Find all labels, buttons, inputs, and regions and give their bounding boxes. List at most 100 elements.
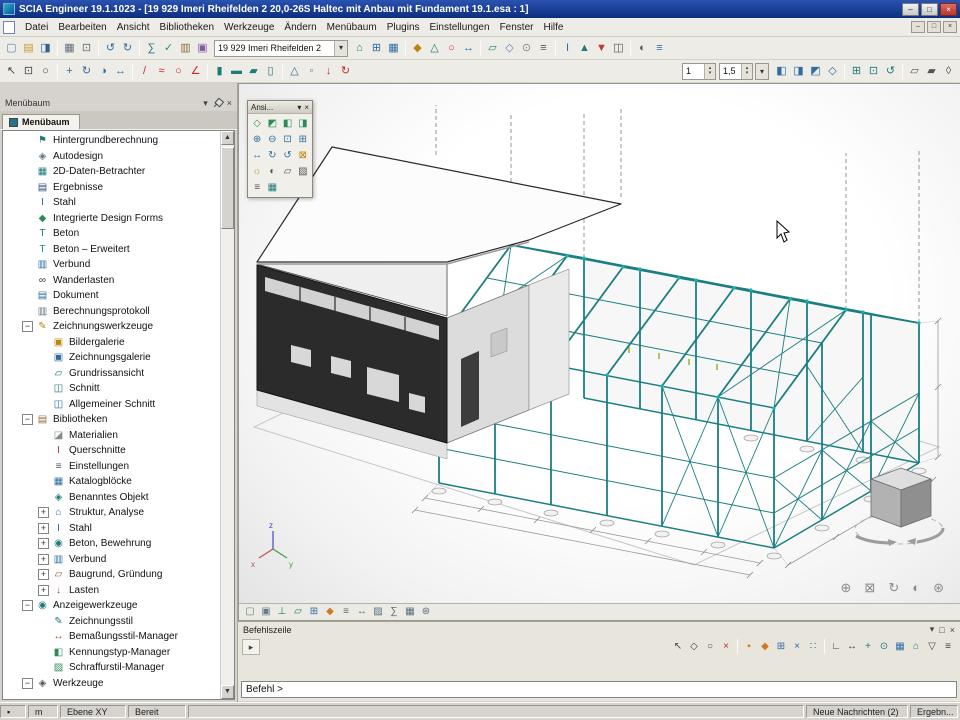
status-messages[interactable]: Neue Nachrichten (2) (806, 705, 908, 718)
orbit-icon[interactable]: ↻ (265, 148, 279, 163)
clip-box-icon[interactable]: ⊠ (296, 148, 310, 163)
dimension-toggle-icon[interactable]: ↔ (354, 605, 370, 620)
dot-grid-icon[interactable]: ∷ (805, 639, 821, 654)
ucs-icon[interactable]: ⌂ (908, 639, 924, 654)
cmd-restore-icon[interactable]: □ (939, 625, 944, 635)
hatch-toggle-icon[interactable]: ▨ (370, 605, 386, 620)
view-palette[interactable]: Ansi... ▾ × ◇◩◧◨⊕⊖⊡⊞↔↻↺⊠☼◐▱▨≡▦ (247, 100, 313, 198)
zoom-window-icon[interactable]: ⊡ (865, 63, 882, 80)
line-icon[interactable]: / (136, 63, 153, 80)
tree-item-einstellungen[interactable]: ≡Einstellungen (3, 459, 220, 475)
tree-item-materialien[interactable]: ◪Materialien (3, 428, 220, 444)
view-y-icon[interactable]: ◨ (790, 63, 807, 80)
combo-dropdown-icon[interactable]: ▾ (334, 41, 347, 56)
wall-icon[interactable]: ▯ (262, 63, 279, 80)
tree-expander-icon[interactable]: − (22, 321, 33, 332)
tree-item-bibliotheken[interactable]: −▤Bibliotheken (3, 412, 220, 428)
zoom-tool-icon[interactable]: ⊕ (841, 581, 852, 594)
load-icon[interactable]: ↓ (320, 63, 337, 80)
view-palette-header[interactable]: Ansi... ▾ × (248, 101, 312, 114)
cmd-settings-icon[interactable]: ≡ (940, 639, 956, 654)
circle-icon[interactable]: ○ (170, 63, 187, 80)
tree-item-zeichnungswerkzeuge[interactable]: −✎Zeichnungswerkzeuge (3, 319, 220, 335)
tree-item-kennungstyp-manager[interactable]: ◧Kennungstyp-Manager (3, 645, 220, 661)
tree-item-wanderlasten[interactable]: ∞Wanderlasten (3, 273, 220, 289)
profile-icon[interactable]: I (559, 40, 576, 57)
navigation-cube[interactable] (855, 468, 943, 546)
mdi-close-button[interactable]: × (943, 21, 957, 33)
shading-icon[interactable]: ◐ (265, 164, 279, 179)
layers-icon[interactable]: ≡ (651, 40, 668, 57)
work-plane-icon[interactable]: ▱ (290, 605, 306, 620)
tab-menubaum[interactable]: Menübaum (2, 114, 80, 129)
tree-item-verbund[interactable]: +▥Verbund (3, 552, 220, 568)
tree-item-ergebnisse[interactable]: ▤Ergebnisse (3, 180, 220, 196)
tree-item-lasten[interactable]: +↓Lasten (3, 583, 220, 599)
tree-item-stahl[interactable]: IStahl (3, 195, 220, 211)
stretch-icon[interactable]: ↔ (112, 63, 129, 80)
axonometric-view-icon[interactable]: ◇ (824, 63, 841, 80)
panel-close-icon[interactable]: × (227, 98, 232, 108)
tree-item-grundrissansicht[interactable]: ▱Grundrissansicht (3, 366, 220, 382)
select-polygon-icon[interactable]: ◇ (686, 639, 702, 654)
orbit-tool-icon[interactable]: ↻ (888, 581, 899, 594)
hinge-icon[interactable]: ◦ (303, 63, 320, 80)
tree-item-zeichnungsstil[interactable]: ✎Zeichnungsstil (3, 614, 220, 630)
tree-item-bemaßungsstil-manager[interactable]: ↔Bemaßungsstil-Manager (3, 629, 220, 645)
scroll-up-icon[interactable]: ▲ (221, 131, 234, 145)
view-settings-icon[interactable]: ≡ (250, 180, 264, 195)
view-top-icon[interactable]: ◩ (265, 116, 279, 131)
list-icon[interactable]: ≡ (535, 40, 552, 57)
gallery-icon[interactable]: ▣ (194, 40, 211, 57)
tree-item-bildergalerie[interactable]: ▣Bildergalerie (3, 335, 220, 351)
tree-expander-icon[interactable]: + (38, 569, 49, 580)
tree-item-schraffurstil-manager[interactable]: ▨Schraffurstil-Manager (3, 660, 220, 676)
tree-item-stahl[interactable]: +IStahl (3, 521, 220, 537)
grid-toggle-icon[interactable]: ⊞ (306, 605, 322, 620)
plate-icon[interactable]: ▰ (245, 63, 262, 80)
scroll-thumb[interactable] (221, 147, 234, 229)
new-project-icon[interactable]: ▢ (3, 40, 20, 57)
spinner-arrows-icon[interactable]: ▴▾ (741, 64, 752, 79)
check-structure-icon[interactable]: ✓ (160, 40, 177, 57)
node-icon[interactable]: ○ (443, 40, 460, 57)
menu-plugins[interactable]: Plugins (382, 20, 425, 35)
mirror-icon[interactable]: ◑ (95, 63, 112, 80)
tree-item-benanntes-objekt[interactable]: ◈Benanntes Objekt (3, 490, 220, 506)
tree-item-beton[interactable]: TBeton (3, 226, 220, 242)
close-button[interactable]: × (940, 3, 957, 16)
render-icon[interactable]: ◐ (634, 40, 651, 57)
previous-view-icon[interactable]: ↺ (281, 148, 295, 163)
tree-item-struktur-analyse[interactable]: +⌂Struktur, Analyse (3, 505, 220, 521)
tree-item-integrierte-design-forms[interactable]: ◆Integrierte Design Forms (3, 211, 220, 227)
view-x-icon[interactable]: ◧ (773, 63, 790, 80)
box-select-icon[interactable]: ⊡ (20, 63, 37, 80)
select-circle-icon[interactable]: ○ (702, 639, 718, 654)
zoom-all-icon[interactable]: ⊞ (848, 63, 865, 80)
point-icon[interactable]: ⊙ (518, 40, 535, 57)
hidden-line-icon[interactable]: ▨ (296, 164, 310, 179)
member-icon[interactable]: ◇ (501, 40, 518, 57)
pin-icon[interactable] (211, 96, 224, 109)
tree-item-anzeigewerkzeuge[interactable]: −◉Anzeigewerkzeuge (3, 598, 220, 614)
tree-expander-icon[interactable]: − (22, 600, 33, 611)
active-document-icon[interactable] (3, 21, 15, 34)
palette-dropdown-icon[interactable]: ▾ (297, 103, 301, 112)
moment-icon[interactable]: ↻ (337, 63, 354, 80)
command-input[interactable]: Befehl > (241, 681, 957, 698)
ortho-icon[interactable]: ∟ (828, 639, 844, 654)
tree-item-verbund[interactable]: ▥Verbund (3, 257, 220, 273)
menu-bibliotheken[interactable]: Bibliotheken (155, 20, 219, 35)
axes-toggle-icon[interactable]: ⊥ (274, 605, 290, 620)
dimension-icon[interactable]: ↔ (460, 40, 477, 57)
menu-ansicht[interactable]: Ansicht (112, 20, 155, 35)
support-icon[interactable]: △ (286, 63, 303, 80)
tree-item-autodesign[interactable]: ◈Autodesign (3, 149, 220, 165)
wireframe-icon[interactable]: ▱ (281, 164, 295, 179)
panel-dropdown-icon[interactable]: ▾ (203, 98, 208, 109)
menu-hilfe[interactable]: Hilfe (538, 20, 568, 35)
menu-fenster[interactable]: Fenster (495, 20, 539, 35)
tree-expander-icon[interactable]: + (38, 554, 49, 565)
snap-intersection-icon[interactable]: × (789, 639, 805, 654)
tree-item-zeichnungsgalerie[interactable]: ▣Zeichnungsgalerie (3, 350, 220, 366)
